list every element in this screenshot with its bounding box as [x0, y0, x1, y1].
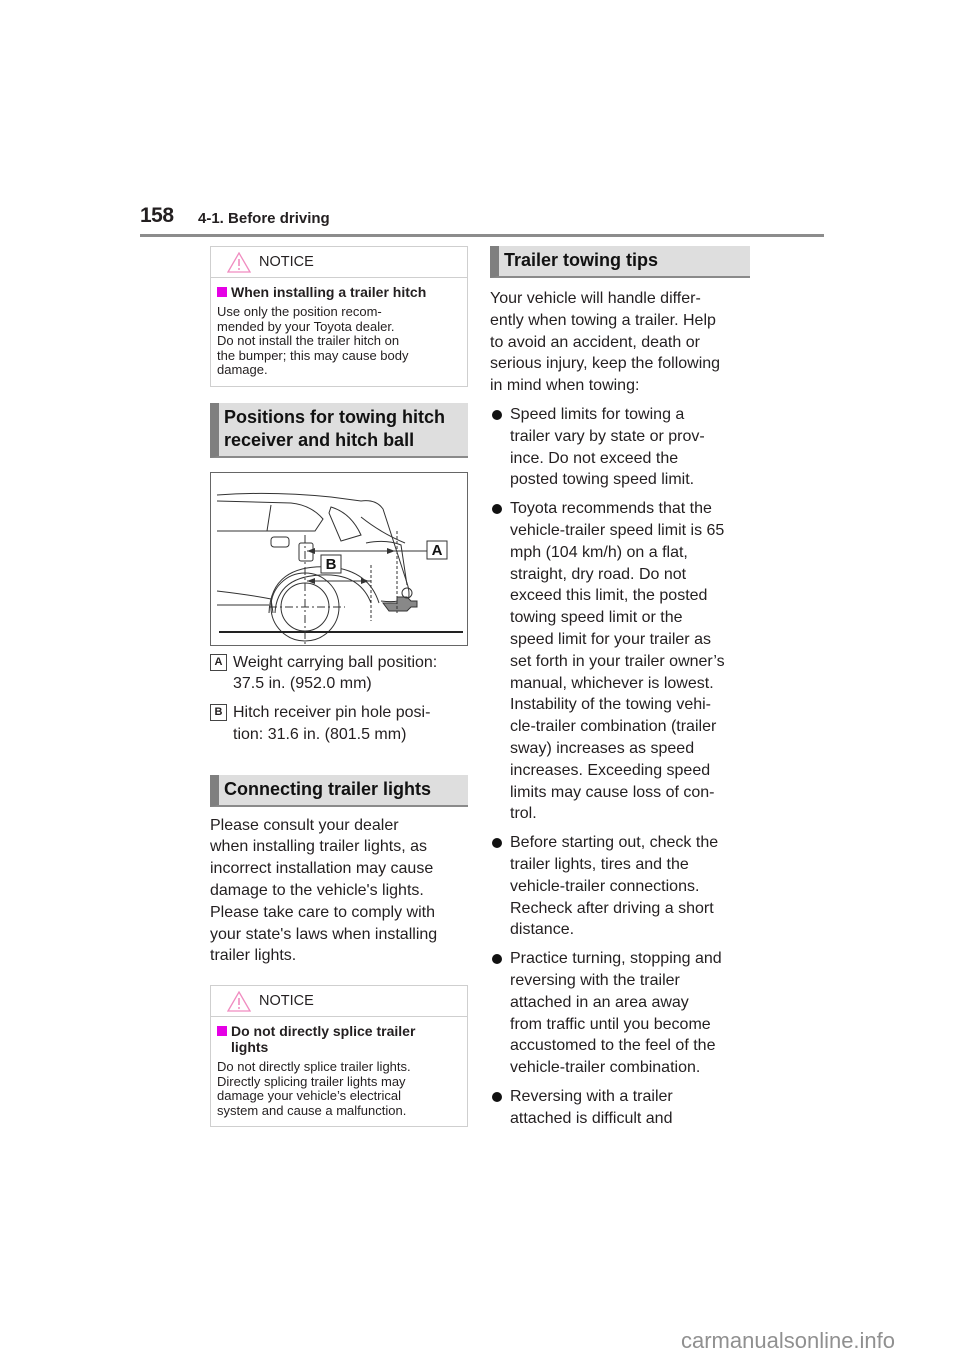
watermark: carmanualsonline.info [681, 1328, 896, 1353]
notice-text: Do not directly splice trailer lights. D… [217, 1059, 411, 1118]
notice-body: When installing a trailer hitch Use only… [211, 278, 467, 386]
notice-text: Use only the position recom- mended by y… [217, 304, 409, 377]
tips-intro: Your vehicle will handle differ- ently w… [490, 290, 721, 395]
figure-label-b-text: B [326, 556, 337, 573]
notice-header: NOTICE [211, 247, 467, 278]
warning-triangle-icon [227, 991, 251, 1012]
notice-subheading: When installing a trailer hitch [217, 284, 462, 300]
notice-body: Do not directly splice trailer lights Do… [211, 1017, 467, 1126]
heading-positions: Positions for towing hitch receiver and … [210, 402, 468, 458]
notice-box-splice: NOTICE Do not directly splice trailer li… [210, 985, 468, 1128]
position-legend: A Weight carrying ball position: 37.5 in… [210, 652, 468, 746]
notice-title: NOTICE [259, 254, 314, 270]
page-number: 158 [140, 204, 174, 227]
legend-key-b: B [210, 704, 227, 722]
legend-item-a: A Weight carrying ball position: 37.5 in… [210, 652, 468, 696]
tip-item: Toyota recommends that the vehicle-trail… [490, 498, 750, 825]
magenta-square-icon [217, 1026, 227, 1037]
notice-header: NOTICE [211, 986, 467, 1018]
heading-connecting-lights: Connecting trailer lights [210, 774, 468, 807]
magenta-square-icon [217, 287, 227, 297]
tip-item: Practice turning, stopping and reversing… [490, 948, 750, 1079]
warning-triangle-icon [227, 252, 251, 273]
lights-paragraph: Please consult your dealer when installi… [210, 816, 438, 965]
notice-subheading: Do not directly splice trailer lights [217, 1023, 462, 1055]
section-label: 4-1. Before driving [198, 210, 330, 227]
heading-towing-tips: Trailer towing tips [490, 246, 750, 278]
left-column: NOTICE When installing a trailer hitch U… [210, 246, 468, 1128]
tip-item: Reversing with a trailer attached is dif… [490, 1086, 750, 1130]
tip-item: Speed limits for towing a trailer vary b… [490, 404, 750, 491]
notice-box-trailer-hitch: NOTICE When installing a trailer hitch U… [210, 246, 468, 387]
figure-label-a-text: A [432, 542, 443, 559]
legend-key-a: A [210, 653, 227, 671]
tip-item: Before starting out, check the trailer l… [490, 832, 750, 941]
right-column: Trailer towing tips Your vehicle will ha… [490, 246, 750, 1129]
hitch-position-diagram: A B [210, 471, 468, 646]
vehicle-rear-illustration: A B [216, 492, 463, 645]
notice-title: NOTICE [259, 993, 314, 1010]
legend-item-b: B Hitch receiver pin hole posi- tion: 31… [210, 702, 468, 746]
header-rule [140, 234, 824, 237]
